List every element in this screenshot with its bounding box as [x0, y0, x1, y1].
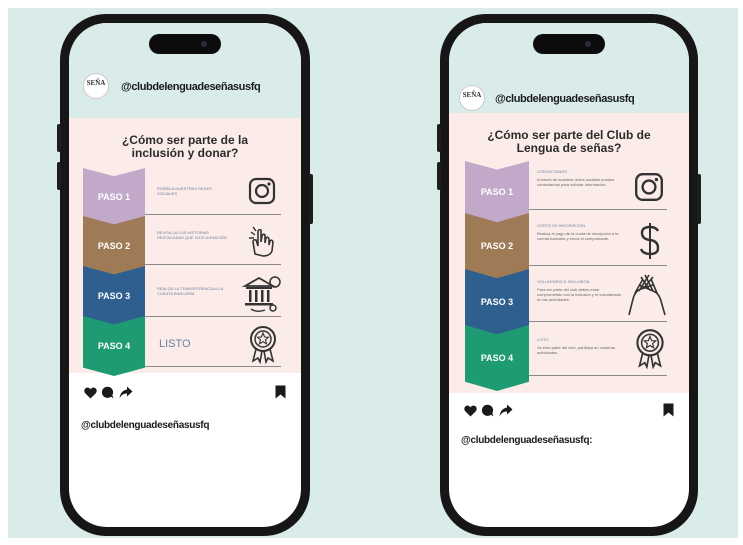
dynamic-island	[149, 34, 221, 54]
background-panel: SEÑA @clubdelenguadeseñasusfq ¿Cómo ser …	[8, 8, 738, 538]
divider	[529, 209, 667, 210]
step-paso-4: PASO 4	[465, 325, 529, 391]
step-1-text: A través de nuestras redes sociales pued…	[537, 177, 615, 187]
divider	[529, 265, 667, 266]
divider	[145, 264, 281, 265]
phone-mockup-left: SEÑA @clubdelenguadeseñasusfq ¿Cómo ser …	[57, 14, 313, 536]
step-3-text: REALIZA LA TRANSFERENCIA A LA CUENTA BAN…	[157, 286, 223, 296]
comment-icon[interactable]	[481, 404, 494, 417]
divider	[529, 321, 667, 322]
post-actions	[84, 385, 286, 401]
bank-transfer-icon	[241, 276, 281, 312]
post-caption[interactable]: @clubdelenguadeseñasusfq	[81, 420, 209, 431]
side-button	[57, 162, 61, 190]
instagram-post: ¿Cómo ser parte de la inclusión y donar?…	[69, 118, 301, 376]
helping-hands-icon	[628, 274, 666, 316]
step-paso-3: PASO 3	[465, 269, 529, 335]
side-button	[437, 124, 441, 152]
phone-screen: SEÑA @clubdelenguadeseñasusfq ¿Cómo ser …	[69, 23, 301, 527]
avatar[interactable]: SEÑA	[459, 85, 485, 111]
side-button	[309, 174, 313, 224]
step-paso-1: PASO 1	[83, 168, 145, 226]
step-paso-3: PASO 3	[83, 266, 145, 326]
step-paso-1: PASO 1	[465, 161, 529, 223]
step-paso-4: PASO 4	[83, 316, 145, 376]
side-button	[437, 162, 441, 190]
share-icon[interactable]	[499, 404, 513, 417]
step-4-text: Ya eres parte del club, participa en nue…	[537, 345, 615, 355]
instagram-icon	[248, 177, 276, 205]
step-1-text: ROBÍSLA NUESTRAS REDES SOCIALES	[157, 186, 212, 196]
award-badge-icon	[636, 329, 664, 369]
bookmark-icon[interactable]	[663, 403, 674, 417]
divider	[145, 214, 281, 215]
divider	[145, 316, 281, 317]
step-1-heading: CONTACTANOS	[537, 169, 568, 174]
divider	[529, 375, 667, 376]
username[interactable]: @clubdelenguadeseñasusfq	[121, 81, 261, 93]
step-3-text: Para ser parte del club debes estar comp…	[537, 287, 622, 302]
profile-header: SEÑA @clubdelenguadeseñasusfq	[449, 23, 689, 113]
dollar-icon	[639, 223, 660, 259]
bookmark-icon[interactable]	[275, 385, 286, 399]
profile-header: SEÑA @clubdelenguadeseñasusfq	[69, 23, 301, 118]
instagram-post: ¿Cómo ser parte del Club de Lengua de se…	[449, 113, 689, 393]
divider	[145, 366, 281, 367]
phone-mockup-right: SEÑA @clubdelenguadeseñasusfq ¿Cómo ser …	[437, 14, 701, 536]
step-paso-2: PASO 2	[465, 213, 529, 279]
post-title: ¿Cómo ser parte del Club de Lengua de se…	[487, 128, 651, 155]
step-2-text: REVISA LA LOS HISTORIAS DESTACADAS QUE D…	[157, 230, 227, 240]
share-icon[interactable]	[119, 386, 133, 399]
phone-screen: SEÑA @clubdelenguadeseñasusfq ¿Cómo ser …	[449, 23, 689, 527]
post-caption[interactable]: @clubdelenguadeseñasusfq:	[461, 435, 592, 446]
award-badge-icon	[250, 326, 276, 364]
side-button	[57, 124, 61, 152]
dynamic-island	[533, 34, 605, 54]
side-button	[697, 174, 701, 224]
step-3-heading: VOLUNTARIO E INCLUSIÓN	[537, 279, 590, 284]
step-4-text: LISTO	[159, 338, 191, 350]
step-4-heading: LISTO	[537, 337, 549, 342]
hand-tap-icon	[249, 226, 274, 257]
heart-icon[interactable]	[464, 405, 477, 417]
post-title: ¿Cómo ser parte de la inclusión y donar?	[121, 133, 249, 160]
step-2-heading: COSTO DE INSCRIPCIÓN	[537, 223, 586, 228]
step-paso-2: PASO 2	[83, 216, 145, 276]
username[interactable]: @clubdelenguadeseñasusfq	[495, 93, 635, 105]
comment-icon[interactable]	[101, 386, 114, 399]
instagram-icon	[635, 173, 663, 201]
heart-icon[interactable]	[84, 387, 97, 399]
avatar[interactable]: SEÑA	[83, 73, 109, 99]
step-2-text: Realiza el pago de la cuota de inscripci…	[537, 231, 619, 241]
post-actions	[464, 403, 674, 419]
